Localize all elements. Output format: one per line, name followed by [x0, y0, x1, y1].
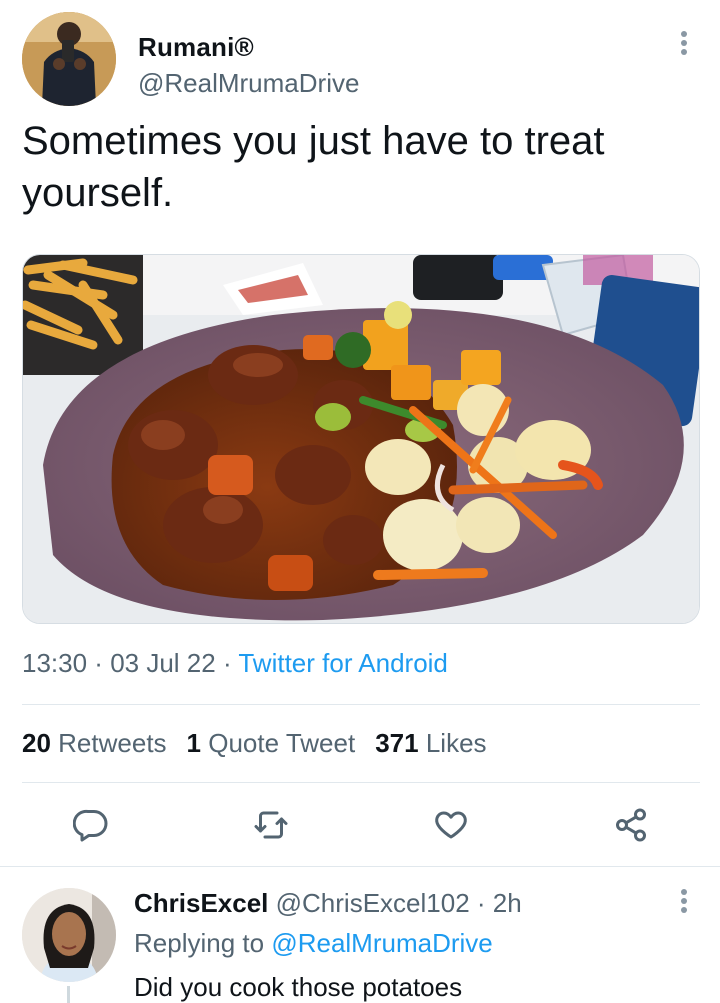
reply-thread-line [67, 986, 70, 1003]
tweet-header: Rumani® @RealMrumaDrive [22, 12, 702, 112]
heart-icon [435, 811, 467, 839]
likes-stat[interactable]: 371 Likes [375, 728, 486, 759]
replying-to-link[interactable]: @RealMrumaDrive [271, 928, 492, 958]
reply-tweet[interactable]: ChrisExcel @ChrisExcel102 · 2h Replying … [0, 872, 720, 1003]
reply-author-name[interactable]: ChrisExcel [134, 888, 268, 918]
food-photo-illustration [23, 255, 699, 623]
more-vertical-icon[interactable] [674, 888, 694, 918]
likes-label: Likes [425, 728, 487, 758]
retweets-label: Retweets [58, 728, 167, 758]
reply-header: ChrisExcel @ChrisExcel102 · 2h [134, 888, 522, 919]
reply-author-handle[interactable]: @ChrisExcel102 [276, 888, 470, 918]
replying-to-line: Replying to @RealMrumaDrive [134, 928, 493, 959]
retweets-count: 20 [22, 728, 51, 758]
tweet-time[interactable]: 13:30 [22, 648, 87, 678]
author-handle[interactable]: @RealMrumaDrive [138, 68, 359, 99]
tweet-timestamp-row: 13:30 · 03 Jul 22 · Twitter for Android [22, 648, 448, 679]
retweet-icon [254, 811, 288, 839]
author-avatar[interactable] [22, 12, 116, 106]
tweet-actions-bar [22, 800, 700, 850]
share-icon [616, 808, 646, 842]
author-name[interactable]: Rumani® [138, 32, 254, 63]
comment-icon [73, 809, 108, 842]
quotes-count: 1 [186, 728, 202, 758]
separator: · [215, 648, 239, 678]
replying-to-prefix: Replying to [134, 928, 272, 958]
section-divider [0, 866, 720, 867]
more-vertical-icon[interactable] [674, 30, 694, 60]
divider [22, 704, 700, 705]
retweet-button[interactable] [246, 800, 296, 850]
reply-button[interactable] [66, 800, 116, 850]
quotes-stat[interactable]: 1 Quote Tweet [187, 728, 356, 759]
reply-author-avatar[interactable] [22, 888, 116, 982]
separator: · [469, 888, 493, 918]
share-button[interactable] [606, 800, 656, 850]
tweet-date[interactable]: 03 Jul 22 [110, 648, 216, 678]
tweet-media-photo[interactable] [22, 254, 700, 624]
like-button[interactable] [426, 800, 476, 850]
tweet-source-link[interactable]: Twitter for Android [238, 648, 448, 678]
quotes-label: Quote Tweet [208, 728, 356, 758]
divider [22, 782, 700, 783]
separator: · [87, 648, 111, 678]
retweets-stat[interactable]: 20 Retweets [22, 728, 167, 759]
tweet-text: Sometimes you just have to treat yoursel… [22, 119, 605, 215]
reply-time[interactable]: 2h [493, 888, 522, 918]
reply-text: Did you cook those potatoes [134, 972, 463, 1002]
tweet-stats-row: 20 Retweets 1 Quote Tweet 371 Likes [22, 728, 487, 759]
likes-count: 371 [375, 728, 419, 758]
